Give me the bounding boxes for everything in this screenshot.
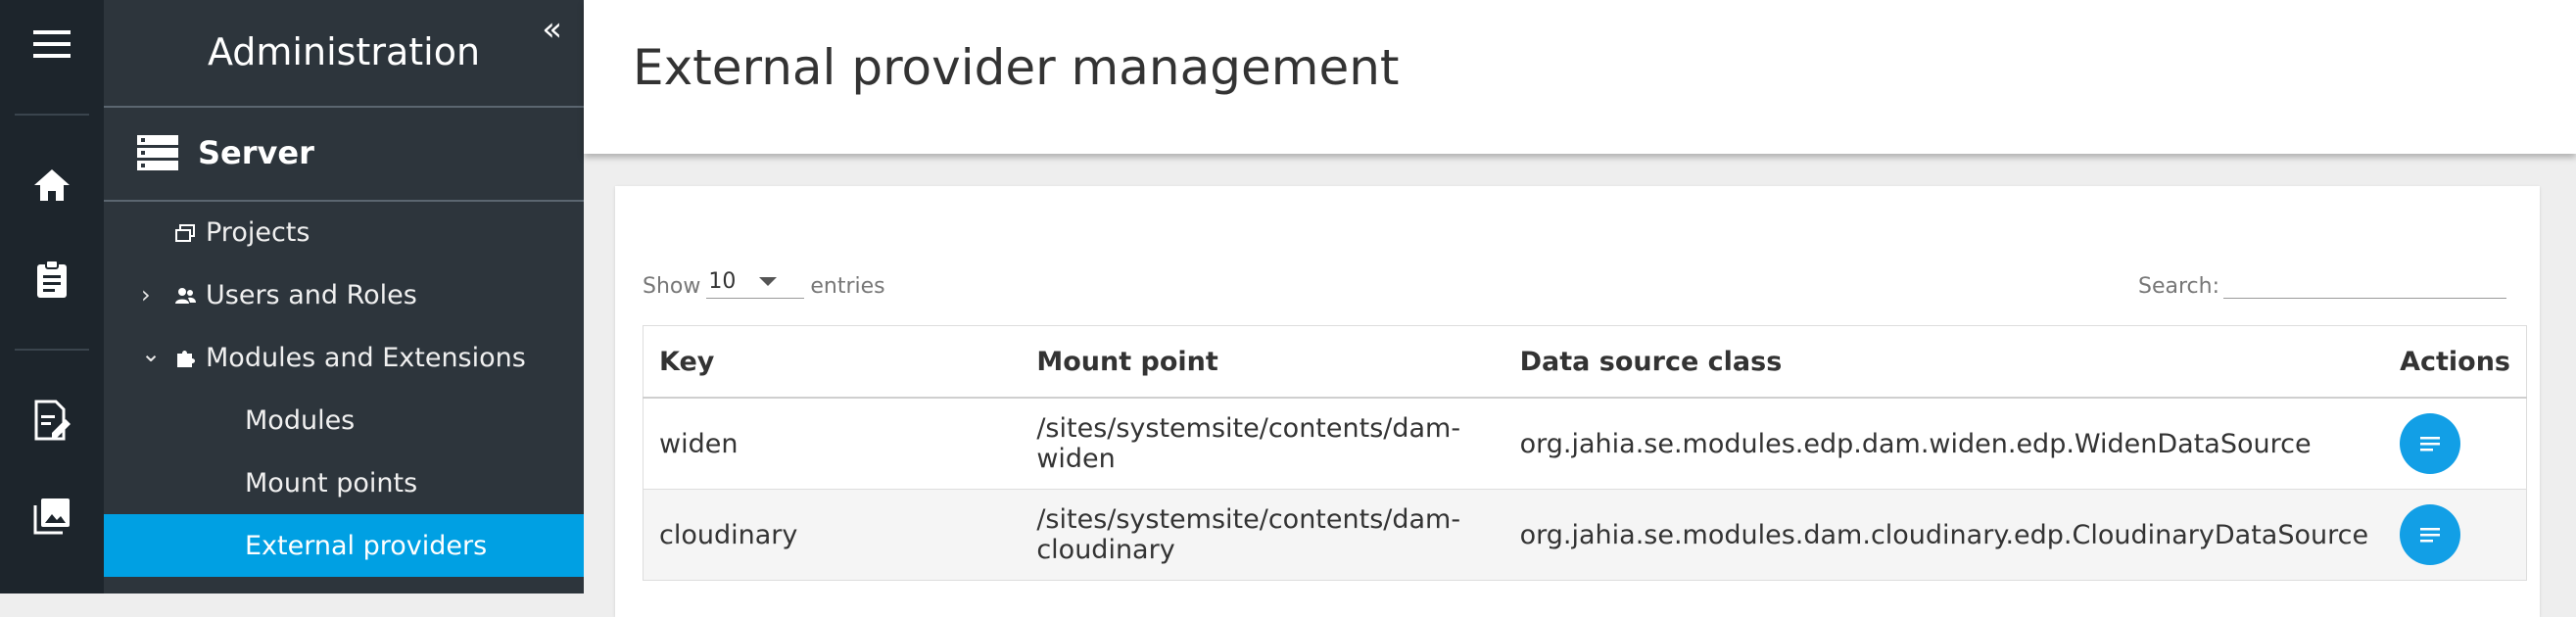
show-label: Show	[643, 274, 701, 299]
sidebar-item-modules[interactable]: Modules	[104, 389, 584, 451]
page-length-select[interactable]: 10	[706, 264, 805, 299]
home-icon	[34, 169, 70, 201]
sidebar-item-label: Projects	[206, 216, 310, 248]
details-icon	[2420, 437, 2441, 451]
search-input[interactable]	[2223, 264, 2506, 299]
users-icon	[175, 288, 196, 304]
search-control: Search:	[2138, 264, 2506, 299]
table-row: widen /sites/systemsite/contents/dam-wid…	[643, 398, 2527, 490]
sidebar-item-label: Modules and Extensions	[206, 342, 526, 373]
media-button[interactable]	[0, 472, 104, 560]
sidebar-item-projects[interactable]: Projects	[104, 201, 584, 263]
search-label: Search:	[2138, 274, 2219, 299]
clipboard-icon	[37, 260, 67, 298]
details-button[interactable]	[2400, 504, 2461, 565]
menu-button[interactable]	[0, 0, 104, 88]
sidebar-item-label: External providers	[245, 530, 488, 561]
cell-key: cloudinary	[643, 489, 1022, 581]
rail-divider	[15, 114, 89, 116]
admin-sidebar: Administration « Server Projects › Users…	[104, 0, 584, 593]
sidebar-item-label: Users and Roles	[206, 279, 417, 310]
page-edit-button[interactable]	[0, 376, 104, 464]
details-button[interactable]	[2400, 413, 2461, 474]
clipboard-button[interactable]	[0, 235, 104, 323]
column-header-key[interactable]: Key	[643, 325, 1022, 399]
cell-mount-point: /sites/systemsite/contents/dam-widen	[1021, 398, 1504, 490]
rail-divider	[15, 349, 89, 351]
page-length-control: Show 10 entries	[643, 264, 885, 299]
caret-down-icon	[759, 277, 778, 286]
sidebar-title: Administration	[207, 30, 481, 73]
page-header: External provider management	[584, 0, 2576, 154]
collapse-sidebar-icon[interactable]: «	[542, 10, 562, 49]
server-label: Server	[198, 134, 314, 171]
cell-data-source-class: org.jahia.se.modules.dam.cloudinary.edp.…	[1503, 489, 2385, 581]
entries-label: entries	[810, 274, 885, 299]
home-button[interactable]	[0, 141, 104, 229]
cell-mount-point: /sites/systemsite/contents/dam-cloudinar…	[1021, 489, 1504, 581]
column-header-actions: Actions	[2384, 325, 2527, 399]
icon-rail	[0, 0, 104, 593]
table-header-row: Key Mount point Data source class Action…	[643, 325, 2527, 399]
cell-data-source-class: org.jahia.se.modules.edp.dam.widen.edp.W…	[1503, 398, 2385, 490]
sidebar-item-modules-and-extensions[interactable]: ⌄ Modules and Extensions	[104, 326, 584, 389]
details-icon	[2420, 528, 2441, 543]
column-header-mount-point[interactable]: Mount point	[1021, 325, 1504, 399]
puzzle-icon	[177, 351, 195, 367]
sidebar-section-server[interactable]: Server	[104, 108, 584, 198]
table-row: cloudinary /sites/systemsite/contents/da…	[643, 489, 2527, 581]
providers-table: Key Mount point Data source class Action…	[643, 325, 2527, 581]
page-length-value: 10	[708, 269, 737, 294]
page-edit-icon	[34, 400, 71, 441]
providers-card: Show 10 entries Search: Key Mount point …	[615, 186, 2540, 617]
chevron-right-icon[interactable]: ›	[141, 281, 151, 308]
cell-key: widen	[643, 398, 1022, 490]
images-icon	[33, 498, 70, 535]
projects-icon	[175, 224, 195, 242]
sidebar-item-label: Modules	[245, 404, 356, 436]
server-icon	[137, 135, 178, 170]
menu-icon	[33, 30, 71, 58]
cell-actions	[2384, 489, 2527, 581]
cell-actions	[2384, 398, 2527, 490]
sidebar-item-users-and-roles[interactable]: › Users and Roles	[104, 263, 584, 326]
column-header-data-source-class[interactable]: Data source class	[1503, 325, 2385, 399]
sidebar-item-external-providers[interactable]: External providers	[104, 514, 584, 577]
page-title: External provider management	[633, 39, 1400, 96]
sidebar-item-label: Mount points	[245, 467, 418, 498]
sidebar-item-mount-points[interactable]: Mount points	[104, 451, 584, 514]
chevron-down-icon[interactable]: ⌄	[141, 340, 161, 367]
